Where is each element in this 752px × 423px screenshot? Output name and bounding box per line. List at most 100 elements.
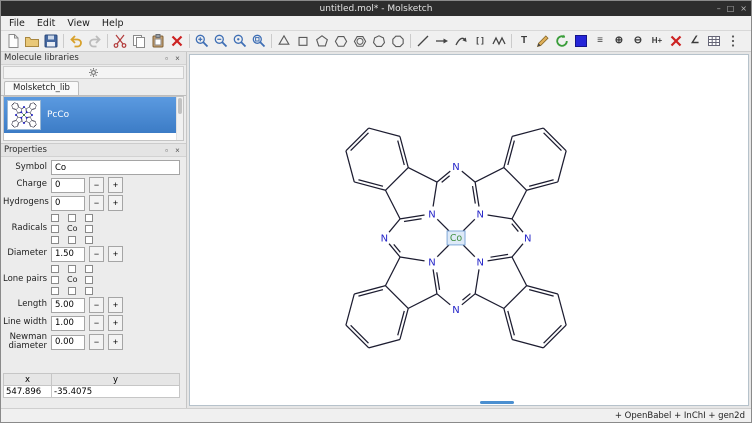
hydrogens-input[interactable] (51, 196, 85, 211)
bond[interactable] (346, 294, 354, 325)
lone-pairs-checkbox[interactable] (85, 265, 93, 273)
bond[interactable] (14, 103, 17, 104)
hydrogens-increment-button[interactable]: + (108, 195, 123, 211)
new-file-button[interactable] (4, 32, 22, 50)
diameter-increment-button[interactable]: + (108, 246, 123, 262)
dock-float-icon[interactable]: ▫ (161, 145, 172, 156)
bond[interactable] (12, 121, 13, 124)
newman-diameter-input[interactable] (51, 335, 85, 350)
bond[interactable] (12, 125, 15, 128)
text-tool-button[interactable]: T (515, 32, 533, 50)
scrollbar-handle[interactable] (178, 98, 182, 114)
bond[interactable] (462, 171, 475, 182)
charge-decrement-button[interactable]: − (89, 177, 104, 193)
overflow-button[interactable] (724, 32, 742, 50)
coord-y-header[interactable]: y (52, 374, 180, 386)
lone-pairs-checkbox[interactable] (68, 265, 76, 273)
canvas-horizontal-scrollbar[interactable] (190, 400, 748, 405)
charge-plus-button[interactable]: ⊕ (610, 32, 628, 50)
redo-button[interactable] (86, 32, 104, 50)
angle-tool-button[interactable]: ∠ (686, 32, 704, 50)
bond[interactable] (504, 286, 527, 309)
bond[interactable] (29, 120, 32, 123)
ring-3-button[interactable] (275, 32, 293, 50)
bond[interactable] (34, 125, 37, 128)
bond[interactable] (400, 257, 424, 261)
charge-increment-button[interactable]: + (108, 177, 123, 193)
bond[interactable] (463, 219, 475, 231)
bond[interactable] (12, 103, 15, 106)
ring-8-button[interactable] (389, 32, 407, 50)
bond[interactable] (30, 126, 33, 127)
bond[interactable] (346, 325, 369, 348)
bond[interactable] (437, 245, 449, 257)
bond[interactable] (488, 215, 512, 219)
bond[interactable] (543, 325, 566, 348)
line-width-input[interactable] (51, 316, 85, 331)
bond[interactable] (369, 340, 400, 348)
bond[interactable] (35, 121, 36, 124)
ring-4-button[interactable] (294, 32, 312, 50)
bond[interactable] (30, 103, 33, 104)
bond[interactable] (346, 151, 354, 182)
maximize-icon[interactable]: □ (727, 5, 735, 13)
hydrogens-decrement-button[interactable]: − (89, 195, 104, 211)
bond[interactable] (14, 126, 17, 127)
color-swatch-button[interactable] (572, 32, 590, 50)
newman-diameter-decrement-button[interactable]: − (89, 334, 104, 350)
ring-6-button[interactable] (332, 32, 350, 50)
titlebar[interactable]: untitled.mol* - Molsketch – □ × (1, 1, 751, 16)
bond[interactable] (512, 190, 527, 219)
bond[interactable] (437, 219, 449, 231)
newman-diameter-increment-button[interactable]: + (108, 334, 123, 350)
lone-pairs-checkbox[interactable] (68, 287, 76, 295)
minimize-icon[interactable]: – (717, 5, 721, 13)
bond[interactable] (543, 128, 566, 151)
bond[interactable] (463, 245, 475, 257)
bond[interactable] (385, 168, 408, 191)
nitrogen-atom[interactable]: N (452, 162, 459, 173)
ring-7-button[interactable] (370, 32, 388, 50)
radicals-checkbox[interactable] (51, 214, 59, 222)
diameter-input[interactable] (51, 247, 85, 262)
bond[interactable] (512, 244, 523, 257)
menu-edit[interactable]: Edit (32, 17, 60, 30)
bond[interactable] (35, 105, 36, 108)
copy-button[interactable] (130, 32, 148, 50)
delete-button[interactable] (168, 32, 186, 50)
bond[interactable] (19, 107, 22, 109)
lone-pairs-checkbox[interactable] (51, 265, 59, 273)
line-width-increment-button[interactable]: + (108, 315, 123, 331)
bond[interactable] (475, 294, 504, 309)
length-input[interactable] (51, 298, 85, 313)
delete-tool-button[interactable] (667, 32, 685, 50)
coord-cell-x[interactable]: 547.896 (4, 386, 52, 398)
close-icon[interactable]: × (740, 5, 747, 13)
radicals-checkbox[interactable] (51, 236, 59, 244)
symbol-input[interactable] (51, 160, 180, 175)
radicals-checkbox[interactable] (85, 236, 93, 244)
coord-x-header[interactable]: x (4, 374, 52, 386)
nitrogen-atom[interactable]: N (428, 209, 435, 220)
nitrogen-atom[interactable]: N (428, 258, 435, 269)
undo-button[interactable] (67, 32, 85, 50)
radicals-checkbox[interactable] (85, 225, 93, 233)
brackets-button[interactable]: [ ] (471, 32, 489, 50)
menu-help[interactable]: Help (97, 17, 129, 30)
bond[interactable] (475, 269, 479, 293)
bond[interactable] (504, 168, 527, 191)
library-settings-button[interactable] (3, 66, 184, 79)
library-scrollbar[interactable] (176, 97, 183, 140)
tab-molsketch-lib[interactable]: Molsketch_lib (4, 81, 79, 95)
length-decrement-button[interactable]: − (89, 297, 104, 313)
aromatic-ring-button[interactable] (351, 32, 369, 50)
lone-pairs-checkbox[interactable] (51, 276, 59, 284)
zoom-out-button[interactable] (212, 32, 230, 50)
curved-arrow-button[interactable] (452, 32, 470, 50)
bond[interactable] (29, 107, 32, 110)
draw-line-button[interactable] (414, 32, 432, 50)
open-file-button[interactable] (23, 32, 41, 50)
bond[interactable] (30, 110, 32, 113)
menu-view[interactable]: View (62, 17, 95, 30)
menu-file[interactable]: File (4, 17, 30, 30)
